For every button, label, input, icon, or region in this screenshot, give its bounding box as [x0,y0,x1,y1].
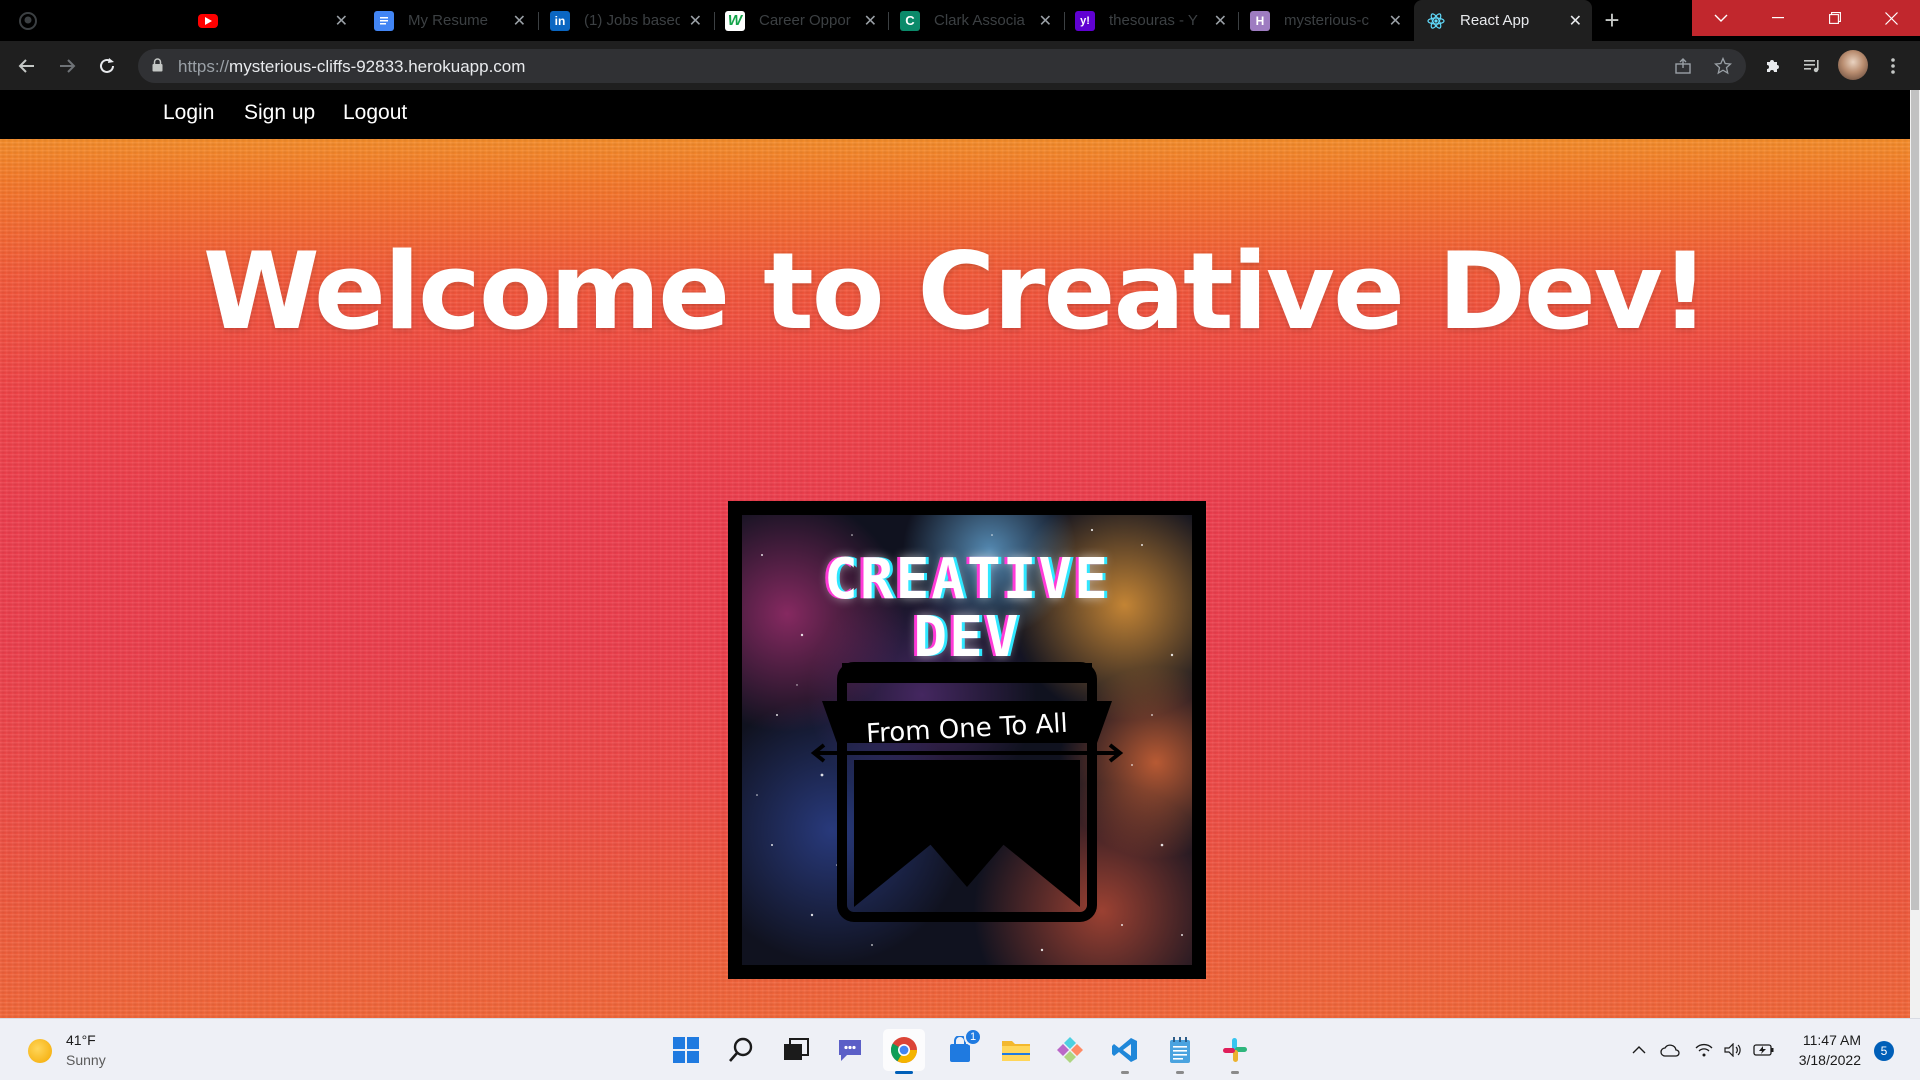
tab-github[interactable] [18,0,188,41]
start-menu-icon[interactable] [668,1032,704,1068]
tab-label: Clark Associa [934,12,1025,29]
tab-clark-associates[interactable]: C Clark Associa ✕ [900,0,1062,41]
notepad-icon[interactable] [1162,1032,1198,1074]
scrollbar-thumb[interactable] [1911,90,1919,910]
forward-arrow-icon[interactable] [52,51,82,81]
media-queue-icon[interactable] [1799,53,1825,79]
vscode-icon[interactable] [1107,1032,1143,1074]
tab-close-icon[interactable]: ✕ [1039,11,1052,31]
close-icon[interactable] [1863,0,1920,36]
tab-separator [1238,12,1239,30]
address-bar[interactable]: https://mysterious-cliffs-92833.herokuap… [138,49,1746,83]
page-title: Welcome to Creative Dev! [202,230,1709,353]
tab-label: thesouras - Y [1109,12,1198,29]
tab-my-resume[interactable]: My Resume ✕ [374,0,536,41]
login-link[interactable]: Login [163,101,214,125]
tab-separator [888,12,889,30]
web-page: Login Sign up Logout Welcome to Creative… [0,90,1910,1018]
tab-search-icon[interactable] [1692,0,1749,36]
tab-separator [1064,12,1065,30]
creative-dev-logo: CREATIVE DEV From One To All [742,515,1192,965]
tab-heroku[interactable]: H mysterious-c ✕ [1250,0,1412,41]
task-view-icon[interactable] [778,1032,814,1068]
volume-icon[interactable] [1722,1039,1744,1061]
tab-yahoo[interactable]: y! thesouras - Y ✕ [1075,0,1237,41]
share-icon[interactable] [1670,53,1696,79]
weather-description[interactable]: Sunny [66,1052,106,1068]
tab-label: mysterious-c [1284,12,1370,29]
logo-image: CREATIVE DEV From One To All [728,501,1206,979]
banner-emblem-icon: From One To All [810,662,1124,922]
logout-link[interactable]: Logout [343,101,407,125]
upwork-icon: W [725,10,745,31]
notification-count-badge[interactable]: 5 [1874,1041,1894,1061]
bookmark-star-icon[interactable] [1710,53,1736,79]
microsoft-store-icon[interactable]: 1 [942,1028,982,1068]
page-scrollbar[interactable] [1910,90,1920,1018]
tab-close-icon[interactable]: ✕ [1389,11,1402,31]
tab-youtube[interactable]: ✕ [198,0,358,41]
minimize-icon[interactable] [1749,0,1806,36]
more-menu-icon[interactable] [1880,53,1906,79]
url-host: mysterious-cliffs-92833.herokuapp.com [229,57,526,76]
extensions-icon[interactable] [1760,53,1786,79]
reload-icon[interactable] [92,51,122,81]
react-icon [1426,11,1446,31]
window-controls [1692,0,1920,36]
app-pinwheel-icon[interactable] [1052,1032,1088,1068]
tab-career-opportunities[interactable]: W Career Oppor ✕ [725,0,887,41]
linkedin-icon: in [550,10,570,31]
file-explorer-icon[interactable] [998,1032,1034,1068]
signup-link[interactable]: Sign up [244,101,315,125]
url-scheme: https:// [178,57,230,76]
chrome-icon[interactable] [883,1029,925,1074]
clock-time[interactable]: 11:47 AM [1791,1032,1861,1048]
browser-tab-bar: ✕ My Resume ✕ in (1) Jobs based ✕ W Care… [0,0,1920,41]
clark-icon: C [900,10,920,31]
sun-icon[interactable] [28,1039,52,1063]
tab-label: (1) Jobs based [584,12,680,29]
new-tab-button[interactable]: + [1597,6,1627,36]
tab-label: Career Oppor [759,12,851,29]
restore-icon[interactable] [1806,0,1863,36]
heroku-icon: H [1250,10,1270,31]
tab-close-icon[interactable]: ✕ [1569,11,1582,31]
github-icon [18,11,38,31]
battery-charging-icon[interactable] [1753,1039,1775,1061]
wifi-icon[interactable] [1693,1039,1715,1061]
back-arrow-icon[interactable] [12,51,42,81]
youtube-icon [198,13,218,28]
tab-close-icon[interactable]: ✕ [335,11,348,31]
url-text[interactable]: https://mysterious-cliffs-92833.herokuap… [178,57,525,77]
tab-label: React App [1460,12,1530,29]
windows-taskbar: 41°F Sunny 1 11:47 AM 3/18/2022 5 [0,1018,1920,1080]
tab-label: My Resume [408,12,489,29]
lock-icon[interactable] [152,58,163,72]
tab-separator [538,12,539,30]
tab-close-icon[interactable]: ✕ [1214,11,1227,31]
search-icon[interactable] [723,1032,759,1068]
notification-badge: 1 [964,1028,982,1046]
tab-close-icon[interactable]: ✕ [864,11,877,31]
yahoo-icon: y! [1075,10,1095,31]
slack-icon[interactable] [1217,1032,1253,1074]
tab-linkedin-jobs[interactable]: in (1) Jobs based ✕ [550,0,712,41]
teams-chat-icon[interactable] [832,1032,868,1068]
site-navbar: Login Sign up Logout [0,90,1910,139]
browser-toolbar: https://mysterious-cliffs-92833.herokuap… [0,41,1920,90]
profile-avatar[interactable] [1838,50,1868,80]
chevron-up-icon[interactable] [1628,1039,1650,1061]
tab-close-icon[interactable]: ✕ [689,11,702,31]
tab-react-app[interactable]: React App ✕ [1414,0,1592,41]
tab-separator [714,12,715,30]
clock-date[interactable]: 3/18/2022 [1781,1052,1861,1068]
google-docs-icon [374,10,394,31]
onedrive-cloud-icon[interactable] [1659,1039,1681,1061]
weather-temperature[interactable]: 41°F [66,1032,96,1048]
tab-close-icon[interactable]: ✕ [513,11,526,31]
